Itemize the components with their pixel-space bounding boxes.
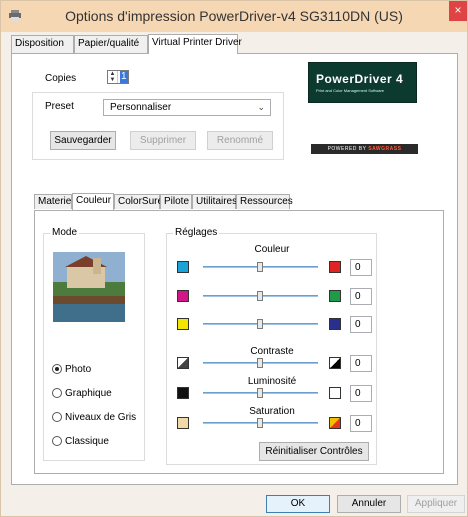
ok-button[interactable]: OK [266, 495, 330, 513]
save-preset-button[interactable]: Sauvegarder [50, 131, 116, 150]
slider-thumb[interactable] [257, 262, 263, 272]
preset-label: Preset [45, 101, 74, 112]
preset-select[interactable]: Personnaliser ⌄ [103, 99, 271, 116]
mode-option-label: Graphique [65, 388, 112, 399]
radio-selected-icon[interactable] [52, 364, 62, 374]
print-options-window: Options d'impression PowerDriver-v4 SG31… [0, 0, 468, 517]
mode-option-label: Classique [65, 436, 109, 447]
reglages-title: Réglages [173, 227, 220, 238]
high-contrast-icon [329, 357, 341, 369]
contraste-title: Contraste [250, 346, 294, 357]
sawgrass-logo: POWERED BY SAWGRASS [311, 144, 418, 154]
saturation-value[interactable]: 0 [350, 415, 372, 432]
mode-title: Mode [50, 227, 80, 238]
tab-pilote[interactable]: Pilote [160, 194, 192, 209]
slider-thumb[interactable] [257, 319, 263, 329]
yellow-blue-value[interactable]: 0 [350, 316, 372, 333]
magenta-swatch [177, 290, 189, 302]
sawgrass-brand: SAWGRASS [368, 146, 402, 152]
high-saturation-icon [329, 417, 341, 429]
copies-label: Copies [45, 73, 77, 84]
cyan-red-value[interactable]: 0 [350, 259, 372, 276]
sawgrass-powered-by: POWERED BY [327, 146, 367, 152]
slider-thumb[interactable] [257, 418, 263, 428]
low-contrast-icon [177, 357, 189, 369]
powerdriver-logo-text: PowerDriver 4 [316, 72, 404, 86]
tab-papier-qualite[interactable]: Papier/qualité [74, 35, 148, 53]
preset-selected: Personnaliser [110, 102, 172, 113]
delete-preset-button[interactable]: Supprimer [130, 131, 196, 150]
magenta-green-value[interactable]: 0 [350, 288, 372, 305]
apply-button[interactable]: Appliquer [407, 495, 465, 513]
green-swatch [329, 290, 341, 302]
reset-controls-button[interactable]: Réinitialiser Contrôles [259, 442, 369, 461]
powerdriver-logo-subtitle: Print and Color Management Software [316, 88, 385, 93]
dark-icon [177, 387, 189, 399]
yellow-blue-slider[interactable] [203, 319, 318, 329]
contraste-slider[interactable] [203, 358, 318, 368]
mode-option-classique[interactable]: Classique [52, 436, 109, 447]
red-swatch [329, 261, 341, 273]
cyan-red-slider[interactable] [203, 262, 318, 272]
luminosite-title: Luminosité [247, 376, 297, 387]
cyan-swatch [177, 261, 189, 273]
magenta-green-slider[interactable] [203, 291, 318, 301]
chevron-down-icon: ⌄ [257, 102, 265, 112]
mode-option-label: Niveaux de Gris [65, 412, 137, 423]
tab-materiel[interactable]: Materiel [34, 194, 74, 209]
tab-ressources[interactable]: Ressources [236, 194, 293, 209]
tab-virtual-printer-driver[interactable]: Virtual Printer Driver [148, 34, 242, 54]
slider-thumb[interactable] [257, 291, 263, 301]
contraste-value[interactable]: 0 [350, 355, 372, 372]
virtual-printer-driver-page: Copies ▲ ▼ 1 Preset Personnaliser ⌄ Sauve… [11, 53, 458, 485]
couleur-title: Couleur [254, 244, 290, 255]
mode-option-niveaux-de-gris[interactable]: Niveaux de Gris [52, 412, 136, 423]
yellow-swatch [177, 318, 189, 330]
tab-utilitaires[interactable]: Utilitaires [192, 194, 237, 209]
mode-preview-illustration [53, 252, 125, 322]
saturation-slider[interactable] [203, 418, 318, 428]
preset-group: Preset Personnaliser ⌄ Sauvegarder Suppr… [32, 92, 284, 160]
mode-option-photo[interactable]: Photo [52, 364, 91, 375]
reglages-group: Réglages Couleur 0 0 0 Contraste 0 Lumin… [166, 227, 377, 465]
luminosite-slider[interactable] [203, 388, 318, 398]
tab-colorsure[interactable]: ColorSure [114, 194, 163, 209]
tab-disposition[interactable]: Disposition [11, 35, 74, 53]
couleur-panel: Mode Photo Graphique Niveaux de Gris Cla… [34, 210, 444, 474]
powerdriver-logo: PowerDriver 4 Print and Color Management… [308, 62, 417, 103]
rename-preset-button[interactable]: Renommé [207, 131, 273, 150]
low-saturation-icon [177, 417, 189, 429]
luminosite-value[interactable]: 0 [350, 385, 372, 402]
tab-couleur[interactable]: Couleur [72, 193, 114, 210]
cancel-button[interactable]: Annuler [337, 495, 401, 513]
close-button[interactable]: × [449, 1, 467, 21]
copies-value: 1 [120, 71, 128, 83]
mode-option-label: Photo [65, 364, 92, 375]
radio-icon[interactable] [52, 412, 62, 422]
slider-thumb[interactable] [257, 358, 263, 368]
mode-group: Mode Photo Graphique Niveaux de Gris Cla… [43, 227, 145, 461]
mode-preview-image [53, 252, 125, 322]
saturation-title: Saturation [249, 406, 295, 417]
blue-swatch [329, 318, 341, 330]
radio-icon[interactable] [52, 436, 62, 446]
window-title: Options d'impression PowerDriver-v4 SG31… [65, 8, 403, 24]
bright-icon [329, 387, 341, 399]
spinner-arrows-icon[interactable]: ▲ ▼ [108, 71, 118, 83]
slider-thumb[interactable] [257, 388, 263, 398]
copies-spinner[interactable]: ▲ ▼ 1 [107, 70, 129, 84]
title-bar: Options d'impression PowerDriver-v4 SG31… [1, 1, 467, 32]
mode-option-graphique[interactable]: Graphique [52, 388, 112, 399]
radio-icon[interactable] [52, 388, 62, 398]
